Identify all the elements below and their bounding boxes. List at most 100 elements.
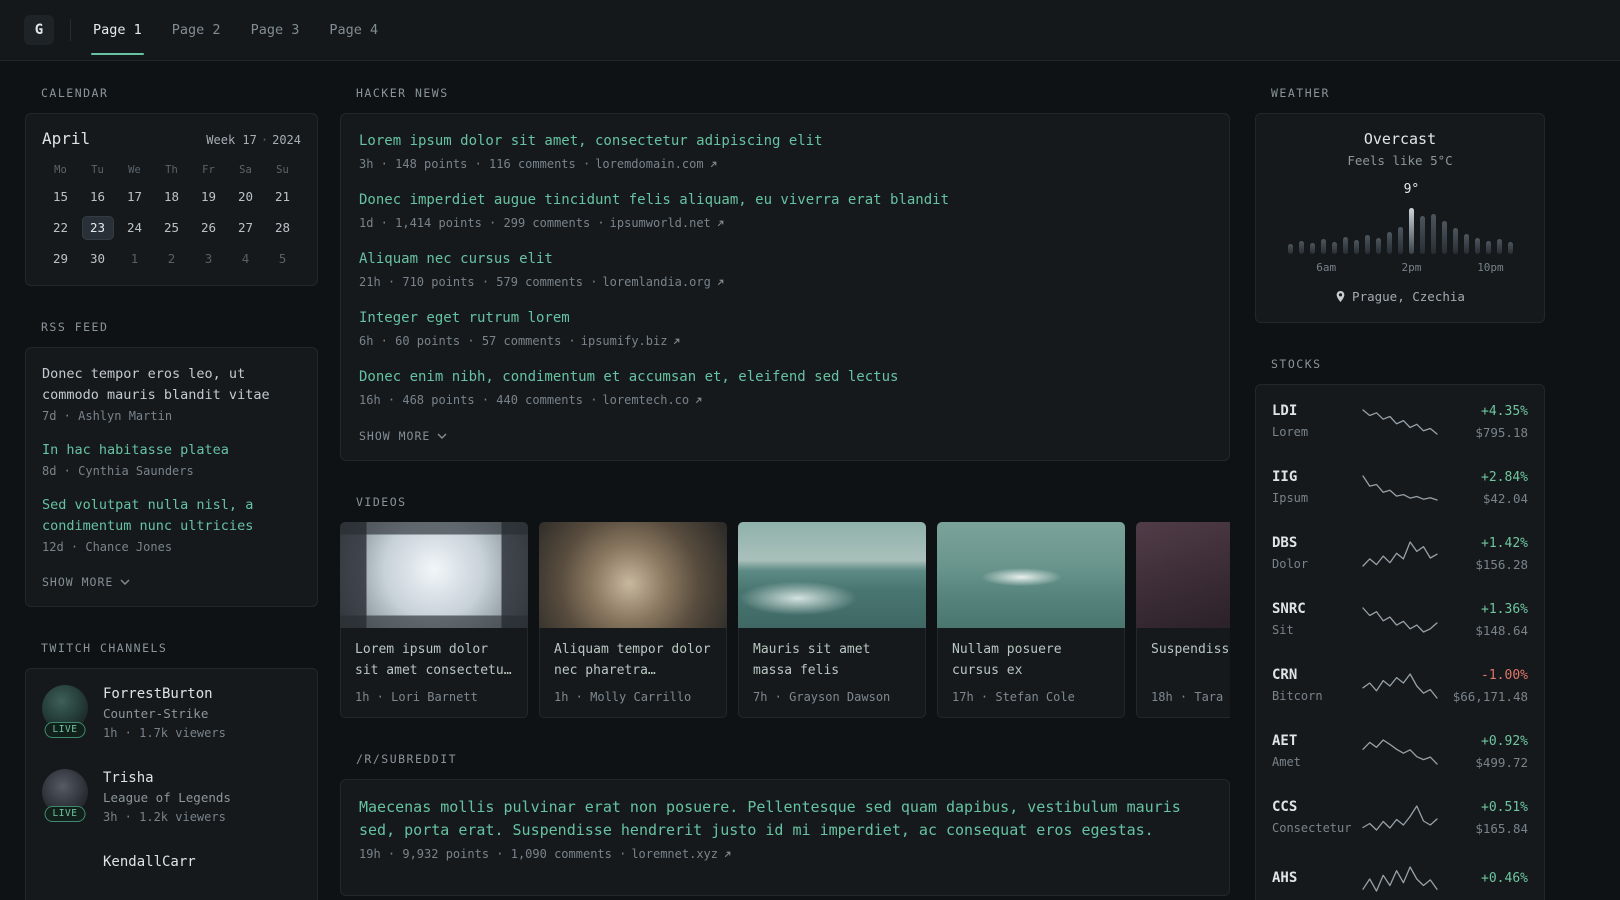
video-title: Lorem ipsum dolor sit amet consectetu…: [355, 642, 512, 678]
twitch-section-title: TWITCH CHANNELS: [41, 641, 168, 655]
channel-game: League of Legends: [103, 790, 231, 805]
stock-row[interactable]: CCS Consectetur +0.51% $165.84: [1272, 798, 1528, 838]
calendar-dow: Th: [165, 164, 178, 176]
hackernews-item-title[interactable]: Donec imperdiet augue tincidunt felis al…: [359, 189, 1211, 211]
weather-time-labels: 6am 2pm 10pm: [1281, 261, 1519, 276]
weather-time: 6am: [1316, 261, 1337, 274]
stock-price: $499.72: [1475, 755, 1528, 770]
item-domain-link[interactable]: loremtech.co: [602, 393, 689, 407]
external-link-icon: [710, 161, 716, 167]
weather-location: Prague, Czechia: [1272, 289, 1528, 304]
stock-id: AET Amet: [1272, 732, 1362, 772]
stock-values: +0.46%: [1438, 869, 1528, 890]
subreddit-post-title[interactable]: Maecenas mollis pulvinar erat non posuer…: [359, 796, 1211, 842]
calendar-week-year: Week 17 · 2024: [206, 133, 301, 147]
stock-id: SNRC Sit: [1272, 600, 1362, 640]
item-domain-link[interactable]: loremlandia.org: [602, 275, 710, 289]
rss-item: Sed volutpat nulla nisl, a condimentum n…: [42, 495, 301, 554]
calendar-section-title: CALENDAR: [41, 86, 109, 100]
stock-row[interactable]: DBS Dolor +1.42% $156.28: [1272, 534, 1528, 574]
tab-page-2[interactable]: Page 2: [170, 0, 223, 61]
stock-row[interactable]: AHS +0.46%: [1272, 864, 1528, 894]
channel-info: KendallCarr: [103, 853, 196, 872]
external-link-icon: [674, 338, 680, 344]
stock-symbol: DBS: [1272, 535, 1298, 551]
item-meta-text: 19h · 9,932 points · 1,090 comments ·: [359, 847, 627, 861]
stock-row[interactable]: CRN Bitcorn -1.00% $66,171.48: [1272, 666, 1528, 706]
hackernews-item-title[interactable]: Integer eget rutrum lorem: [359, 307, 1211, 329]
subreddit-widget: Maecenas mollis pulvinar erat non posuer…: [340, 779, 1230, 896]
video-card[interactable]: Lorem ipsum dolor sit amet consectetu… 1…: [340, 522, 528, 718]
video-card[interactable]: Mauris sit amet massa felis 7h · Grayson…: [738, 522, 926, 718]
hackernews-item: Donec enim nibh, condimentum et accumsan…: [359, 366, 1211, 407]
channel-avatar-image: [42, 853, 88, 899]
weather-section-title: WEATHER: [1271, 86, 1330, 100]
right-column: WEATHER Overcast Feels like 5°C 9° 6am 2…: [1255, 86, 1545, 900]
weather-condition: Overcast: [1363, 130, 1437, 148]
calendar-day: 24: [126, 220, 143, 235]
tab-page-1[interactable]: Page 1: [91, 0, 144, 61]
stock-row[interactable]: LDI Lorem +4.35% $795.18: [1272, 402, 1528, 442]
topbar: G Page 1 Page 2 Page 3 Page 4: [0, 0, 1620, 61]
hackernews-widget: Lorem ipsum dolor sit amet, consectetur …: [340, 113, 1230, 461]
weather-bar: [1320, 239, 1326, 254]
app-logo[interactable]: G: [24, 15, 54, 45]
rss-item-meta: 12d · Chance Jones: [42, 540, 173, 554]
calendar-dow: Sa: [239, 164, 252, 176]
calendar-year: 2024: [272, 133, 301, 147]
twitch-channel-row[interactable]: LIVE Trisha League of Legends 3h · 1.2k …: [42, 769, 301, 827]
hackernews-item: Donec imperdiet augue tincidunt felis al…: [359, 189, 1211, 230]
hackernews-show-more-button[interactable]: SHOW MORE: [359, 429, 447, 443]
stock-row[interactable]: IIG Ipsum +2.84% $42.04: [1272, 468, 1528, 508]
stock-sparkline: [1362, 866, 1438, 892]
stock-row[interactable]: AET Amet +0.92% $499.72: [1272, 732, 1528, 772]
channel-game: Counter-Strike: [103, 706, 209, 721]
avatar: [42, 853, 88, 899]
tab-page-4[interactable]: Page 4: [327, 0, 380, 61]
item-meta-text: 1d · 1,414 points · 299 comments ·: [359, 216, 605, 230]
hackernews-section-title: HACKER NEWS: [356, 86, 449, 100]
rss-item-title[interactable]: Sed volutpat nulla nisl, a condimentum n…: [42, 495, 301, 537]
rss-item-title[interactable]: Donec tempor eros leo, ut commodo mauris…: [42, 364, 301, 406]
weather-bar: [1353, 240, 1359, 254]
item-domain-link[interactable]: ipsumworld.net: [610, 216, 711, 230]
stock-price: $165.84: [1475, 821, 1528, 836]
item-meta-text: 6h · 60 points · 57 comments ·: [359, 334, 576, 348]
video-card[interactable]: Suspendisse diam 18h · Tara: [1136, 522, 1230, 718]
external-link-icon: [717, 279, 724, 285]
middle-column: HACKER NEWS Lorem ipsum dolor sit amet, …: [340, 86, 1230, 900]
weather-location-label: Prague, Czechia: [1352, 289, 1465, 304]
external-link-icon: [695, 397, 702, 403]
item-domain-link[interactable]: ipsumify.biz: [581, 334, 668, 348]
stock-change: +0.46%: [1481, 870, 1528, 886]
twitch-section: TWITCH CHANNELS LIVE ForrestBurton Count…: [25, 641, 318, 900]
rss-item-title[interactable]: In hac habitasse platea: [42, 440, 301, 461]
twitch-channel-row[interactable]: KendallCarr: [42, 853, 301, 899]
stock-symbol: AHS: [1272, 869, 1298, 886]
weather-bar: [1386, 232, 1392, 254]
video-meta: 1h · Molly Carrillo: [554, 690, 692, 704]
video-card[interactable]: Nullam posuere cursus ex 17h · Stefan Co…: [937, 522, 1125, 718]
channel-name: KendallCarr: [103, 854, 196, 870]
weather-bar: [1298, 241, 1304, 254]
video-card[interactable]: Aliquam tempor dolor nec pharetra… 1h · …: [539, 522, 727, 718]
item-meta-text: 16h · 468 points · 440 comments ·: [359, 393, 598, 407]
twitch-channel-row[interactable]: LIVE ForrestBurton Counter-Strike 1h · 1…: [42, 685, 301, 743]
item-domain-link[interactable]: loremdomain.com: [595, 157, 703, 171]
rss-show-more-button[interactable]: SHOW MORE: [42, 575, 130, 589]
channel-name: ForrestBurton: [103, 686, 213, 702]
stock-values: -1.00% $66,171.48: [1438, 666, 1528, 706]
video-title: Mauris sit amet massa felis: [753, 642, 871, 678]
item-domain-link[interactable]: loremnet.xyz: [631, 847, 718, 861]
stock-price: $795.18: [1475, 425, 1528, 440]
hackernews-item-title[interactable]: Aliquam nec cursus elit: [359, 248, 1211, 270]
stock-price: $66,171.48: [1452, 689, 1528, 704]
subreddit-section-title: /R/SUBREDDIT: [356, 752, 458, 766]
stock-row[interactable]: SNRC Sit +1.36% $148.64: [1272, 600, 1528, 640]
hackernews-item-title[interactable]: Lorem ipsum dolor sit amet, consectetur …: [359, 130, 1211, 152]
calendar-day: 29: [52, 251, 69, 266]
tab-page-3[interactable]: Page 3: [249, 0, 302, 61]
hackernews-section: HACKER NEWS Lorem ipsum dolor sit amet, …: [340, 86, 1230, 461]
video-card-body: Lorem ipsum dolor sit amet consectetu… 1…: [340, 628, 528, 718]
hackernews-item-title[interactable]: Donec enim nibh, condimentum et accumsan…: [359, 366, 1211, 388]
